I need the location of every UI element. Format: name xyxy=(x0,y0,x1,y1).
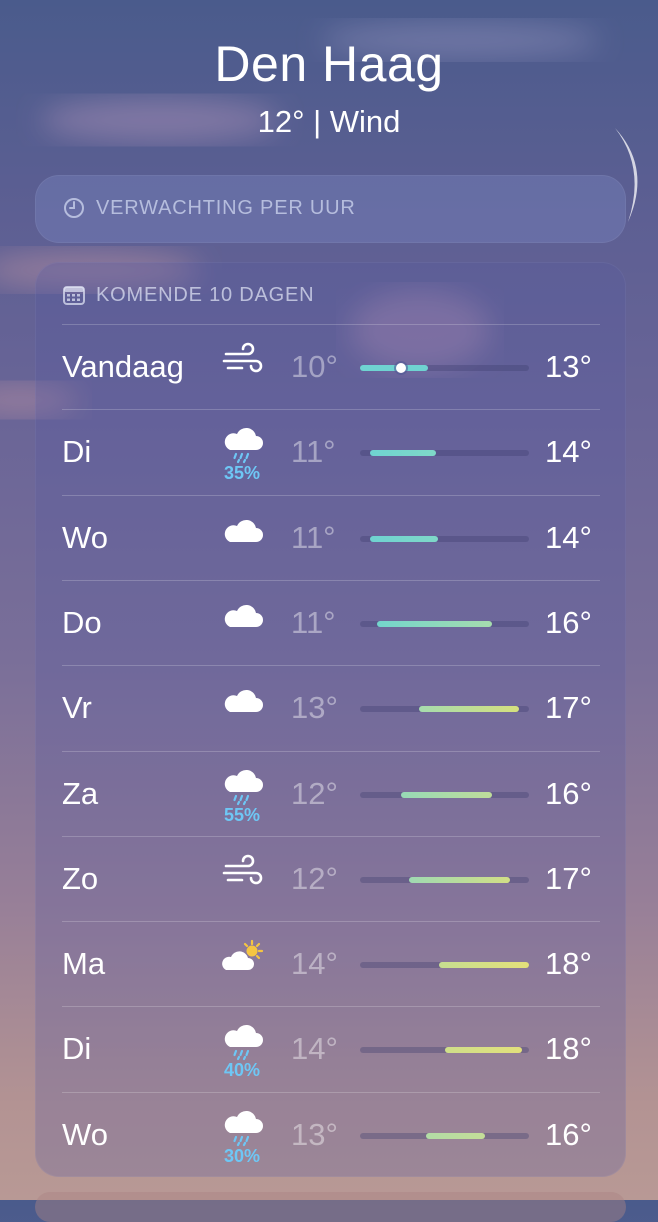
row-divider xyxy=(62,409,600,411)
high-temperature: 16° xyxy=(545,775,592,811)
forecast-row[interactable]: Za 55% 12° 16° xyxy=(35,750,626,836)
temperature-range-bar xyxy=(360,791,529,798)
clock-icon xyxy=(64,198,84,218)
row-divider xyxy=(62,494,600,496)
low-temperature: 14° xyxy=(291,1031,338,1067)
ten-day-forecast-card[interactable]: KOMENDE 10 DAGEN Vandaag 10° 13° Di 35% 11° 14… xyxy=(35,262,626,1177)
day-label: Wo xyxy=(62,1116,108,1152)
forecast-row[interactable]: Di 40% 14° 18° xyxy=(35,1006,626,1091)
temperature-range-bar xyxy=(360,450,529,457)
day-label: Wo xyxy=(62,519,108,555)
row-divider xyxy=(62,324,600,325)
row-divider xyxy=(62,835,600,837)
row-divider xyxy=(62,665,600,667)
low-temperature: 11° xyxy=(291,604,336,640)
day-label: Do xyxy=(62,604,102,640)
temperature-range-bar xyxy=(360,363,529,373)
cloud-icon xyxy=(220,597,266,635)
forecast-row[interactable]: Wo 30% 13° 16° xyxy=(35,1091,626,1177)
row-divider xyxy=(62,921,600,923)
next-card-peek[interactable] xyxy=(35,1192,626,1222)
rain-cloud-icon xyxy=(220,1109,266,1147)
current-temperature-marker xyxy=(395,363,406,373)
wind-icon xyxy=(220,853,266,891)
temperature-range-fill xyxy=(439,962,529,969)
day-label: Zo xyxy=(62,860,99,896)
sun-behind-cloud-icon xyxy=(220,938,266,976)
temperature-range-fill xyxy=(400,791,492,798)
rain-cloud-icon xyxy=(220,426,266,464)
day-label: Za xyxy=(62,775,99,811)
temperature-range-bar xyxy=(360,620,529,627)
temperature-range-fill xyxy=(409,876,511,883)
row-divider xyxy=(62,1006,600,1008)
precipitation-chance: 55% xyxy=(223,804,261,825)
temperature-range-fill xyxy=(444,1047,523,1054)
temperature-range-fill xyxy=(370,450,437,457)
low-temperature: 12° xyxy=(291,775,338,811)
row-divider xyxy=(62,1091,600,1093)
row-divider xyxy=(62,750,600,752)
wind-icon xyxy=(220,341,266,379)
low-temperature: 11° xyxy=(291,519,336,555)
calendar-icon xyxy=(63,286,85,305)
temperature-range-bar xyxy=(360,1047,529,1054)
day-label: Di xyxy=(62,434,92,470)
high-temperature: 16° xyxy=(545,604,592,640)
temperature-range-bar xyxy=(360,706,529,713)
forecast-row[interactable]: Wo 11° 14° xyxy=(35,494,626,580)
low-temperature: 10° xyxy=(291,349,338,384)
high-temperature: 18° xyxy=(545,1031,592,1067)
low-temperature: 13° xyxy=(291,1116,338,1152)
temperature-range-fill xyxy=(419,706,519,713)
temperature-range-bar xyxy=(360,962,529,969)
forecast-row[interactable]: Ma 14° 18° xyxy=(35,921,626,1006)
forecast-row[interactable]: Do 11° 16° xyxy=(35,579,626,665)
temperature-range-fill xyxy=(376,620,492,627)
high-temperature: 14° xyxy=(545,519,592,555)
temperature-range-bar xyxy=(360,876,529,883)
hourly-forecast-title: VERWACHTING PER UUR xyxy=(96,197,356,219)
high-temperature: 18° xyxy=(545,946,592,982)
low-temperature: 12° xyxy=(291,860,338,896)
forecast-row[interactable]: Vr 13° 17° xyxy=(35,665,626,750)
day-label: Vr xyxy=(62,690,92,726)
high-temperature: 17° xyxy=(545,690,592,726)
high-temperature: 17° xyxy=(545,860,592,896)
rain-cloud-icon xyxy=(220,768,266,806)
rain-cloud-icon xyxy=(220,1023,266,1061)
low-temperature: 14° xyxy=(291,946,338,982)
current-conditions: 12° | Wind xyxy=(257,104,401,139)
precipitation-chance: 35% xyxy=(223,463,261,484)
low-temperature: 13° xyxy=(291,690,338,726)
high-temperature: 16° xyxy=(545,1116,592,1152)
temperature-range-fill xyxy=(425,1132,486,1139)
day-label: Di xyxy=(62,1031,92,1067)
high-temperature: 13° xyxy=(545,349,592,384)
day-label: Vandaag xyxy=(62,349,184,384)
row-divider xyxy=(62,579,600,581)
forecast-row[interactable]: Zo 12° 17° xyxy=(35,835,626,921)
temperature-range-fill xyxy=(360,365,428,371)
ten-day-forecast-title: KOMENDE 10 DAGEN xyxy=(96,284,315,306)
temperature-range-fill xyxy=(370,535,438,542)
day-label: Ma xyxy=(62,946,106,982)
high-temperature: 14° xyxy=(545,434,592,470)
forecast-row[interactable]: Di 35% 11° 14° xyxy=(35,409,626,494)
low-temperature: 11° xyxy=(291,434,336,470)
cloud-icon xyxy=(220,682,266,720)
city-name: Den Haag xyxy=(214,36,444,92)
hourly-forecast-card[interactable]: VERWACHTING PER UUR xyxy=(35,175,626,243)
forecast-row[interactable]: Vandaag 10° 13° xyxy=(35,324,626,409)
temperature-range-bar xyxy=(360,1132,529,1139)
cloud-icon xyxy=(220,512,266,550)
precipitation-chance: 40% xyxy=(223,1060,261,1081)
temperature-range-bar xyxy=(360,535,529,542)
precipitation-chance: 30% xyxy=(223,1145,261,1166)
